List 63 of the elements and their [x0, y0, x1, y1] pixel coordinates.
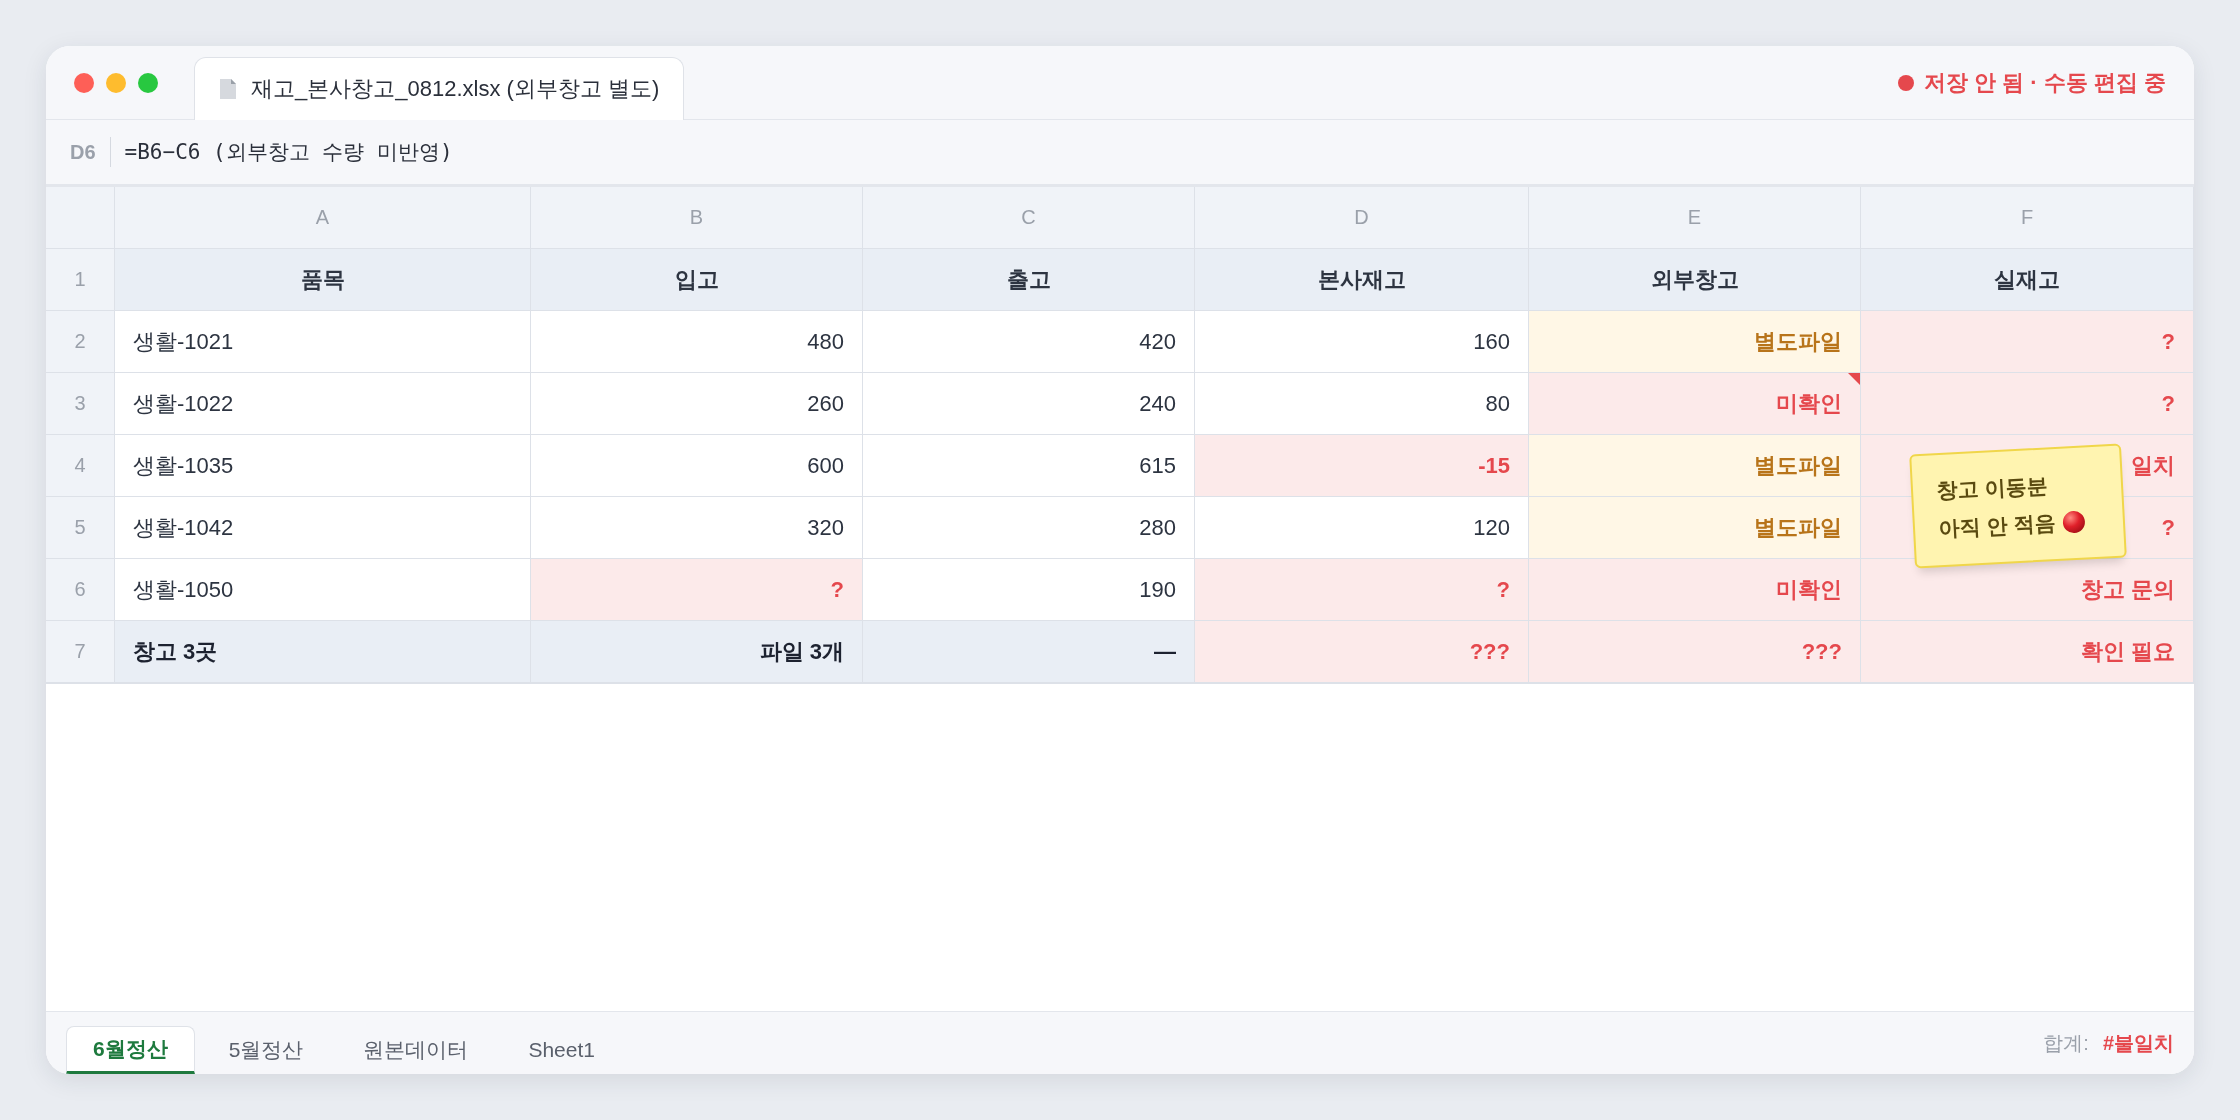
summary-value: #불일치 — [2102, 1030, 2174, 1056]
save-status: 저장 안 됨 · 수동 편집 중 — [1924, 68, 2166, 97]
column-header[interactable]: B — [531, 187, 863, 249]
table-cell: 별도파일 — [1529, 435, 1861, 497]
row-number[interactable]: 3 — [46, 373, 115, 435]
table-cell: 생활-1035 — [115, 435, 531, 497]
table-cell: ? — [1195, 559, 1529, 621]
table-cell: 본사재고 — [1195, 249, 1529, 311]
formula-text[interactable]: =B6−C6 (외부창고 수량 미반영) — [124, 138, 453, 166]
table-cell: 미확인 — [1529, 373, 1861, 435]
sheet-tab[interactable]: 5월정산 — [202, 1026, 330, 1074]
minimize-icon[interactable] — [106, 72, 126, 93]
table-cell: 품목 — [115, 249, 531, 311]
table-cell: 외부창고 — [1529, 249, 1861, 311]
cell-reference: D6 — [70, 140, 96, 164]
note-text: 아직 안 적음 — [1938, 510, 2057, 543]
table-cell: 별도파일 — [1529, 497, 1861, 559]
column-header[interactable]: D — [1195, 187, 1529, 249]
table-cell: 파일 3개 — [531, 621, 863, 683]
table-cell: ??? — [1195, 621, 1529, 683]
sheet-tab[interactable]: 원본데이터 — [337, 1026, 495, 1074]
table-cell: 480 — [531, 311, 863, 373]
table-cell: 생활-1042 — [115, 497, 531, 559]
column-header[interactable]: E — [1529, 187, 1861, 249]
table-cell: 420 — [863, 311, 1195, 373]
table-cell: 생활-1021 — [115, 311, 531, 373]
row-number[interactable]: 1 — [46, 249, 115, 311]
table-cell: ? — [1861, 311, 2194, 373]
table-cell: 260 — [531, 373, 863, 435]
table-cell: 창고 문의 — [1861, 559, 2194, 621]
column-header[interactable]: A — [115, 187, 531, 249]
sheet-tab[interactable]: Sheet1 — [502, 1026, 621, 1074]
status-dot-icon — [1898, 74, 1914, 91]
table-cell: 240 — [863, 373, 1195, 435]
column-header[interactable]: F — [1861, 187, 2194, 249]
table-cell: 생활-1022 — [115, 373, 531, 435]
table-cell: 실재고 — [1861, 249, 2194, 311]
row-number[interactable]: 7 — [46, 621, 115, 683]
table-cell: 창고 3곳 — [115, 621, 531, 683]
summary-label: 합계: — [2043, 1030, 2089, 1056]
document-icon — [219, 78, 237, 100]
column-header[interactable]: C — [863, 187, 1195, 249]
row-number[interactable]: 5 — [46, 497, 115, 559]
row-number[interactable]: 2 — [46, 311, 115, 373]
table-cell: 미확인 — [1529, 559, 1861, 621]
dot-icon — [2061, 509, 2087, 535]
table-cell: 확인 필요 — [1861, 621, 2194, 683]
table-cell: 280 — [863, 497, 1195, 559]
table-cell: 출고 — [863, 249, 1195, 311]
table-cell: 600 — [531, 435, 863, 497]
file-tab[interactable]: 재고_본사창고_0812.xlsx (외부창고 별도) — [194, 57, 685, 120]
row-number[interactable]: 4 — [46, 435, 115, 497]
table-cell: -15 — [1195, 435, 1529, 497]
maximize-icon[interactable] — [138, 72, 158, 93]
table-cell: ? — [1861, 373, 2194, 435]
close-icon[interactable] — [74, 72, 94, 93]
sheet-tab[interactable]: 6월정산 — [66, 1026, 195, 1074]
table-cell: ??? — [1529, 621, 1861, 683]
table-cell: 입고 — [531, 249, 863, 311]
table-cell: 별도파일 — [1529, 311, 1861, 373]
row-number[interactable]: 6 — [46, 559, 115, 621]
table-cell: — — [863, 621, 1195, 683]
table-cell: ? — [531, 559, 863, 621]
